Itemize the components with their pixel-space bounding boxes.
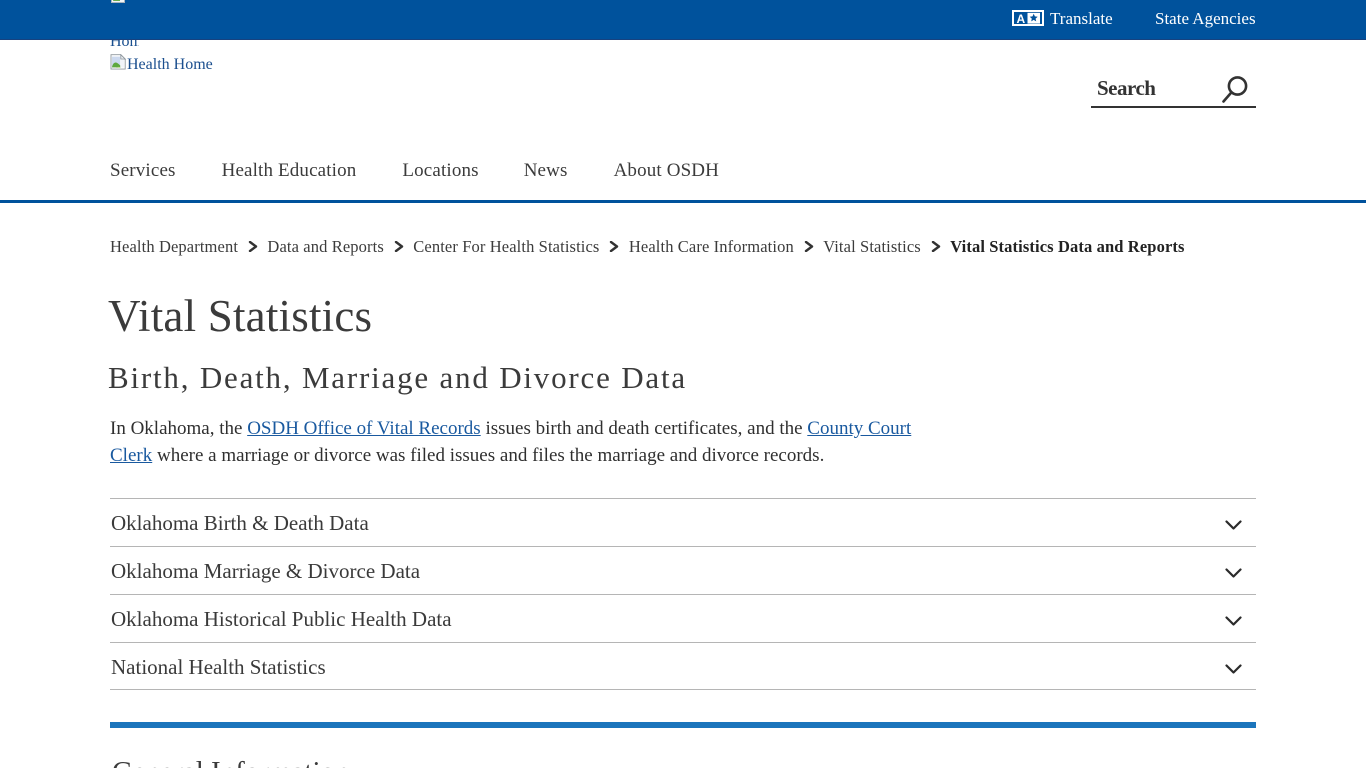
svg-text:A: A (1017, 12, 1026, 26)
